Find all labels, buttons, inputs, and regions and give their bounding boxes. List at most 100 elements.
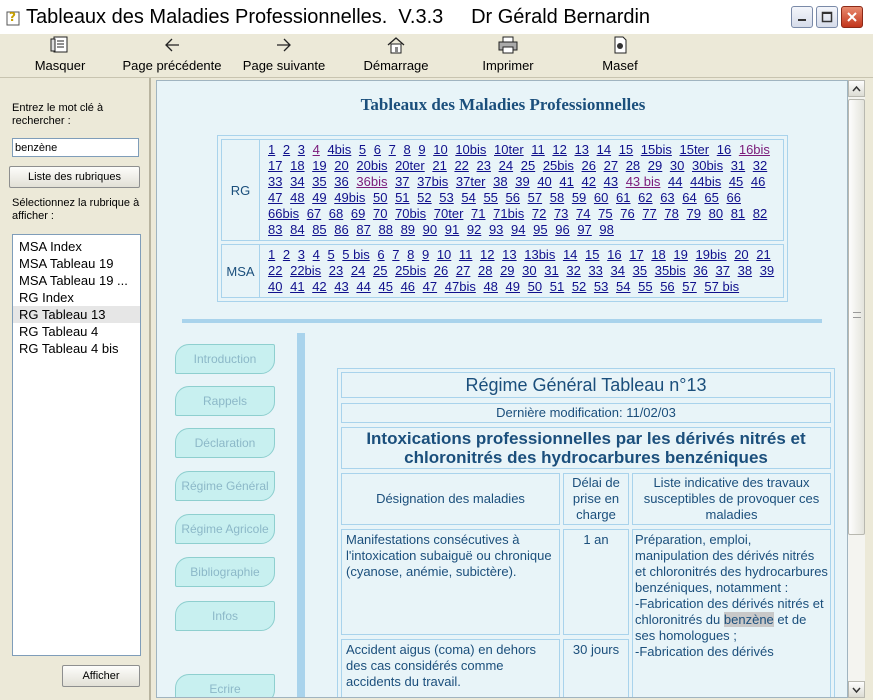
table-link[interactable]: 16	[607, 247, 621, 262]
list-topics-button[interactable]: Liste des rubriques	[9, 166, 140, 188]
masef-button[interactable]: Masef	[592, 36, 648, 76]
table-link[interactable]: 3	[298, 247, 305, 262]
table-link[interactable]: 63	[660, 190, 674, 205]
table-link[interactable]: 31	[731, 158, 745, 173]
table-link[interactable]: 92	[467, 222, 481, 237]
table-link[interactable]: 70bis	[395, 206, 426, 221]
list-item[interactable]: MSA Tableau 19	[13, 255, 140, 272]
table-link[interactable]: 66	[726, 190, 740, 205]
scroll-thumb[interactable]	[848, 99, 865, 535]
table-link[interactable]: 34	[611, 263, 625, 278]
table-link[interactable]: 32	[566, 263, 580, 278]
table-link[interactable]: 49	[506, 279, 520, 294]
table-link[interactable]: 69	[351, 206, 365, 221]
table-link[interactable]: 37	[716, 263, 730, 278]
table-link[interactable]: 31	[544, 263, 558, 278]
table-link[interactable]: 95	[533, 222, 547, 237]
close-button[interactable]	[841, 6, 863, 28]
table-link[interactable]: 57	[528, 190, 542, 205]
table-link[interactable]: 98	[599, 222, 613, 237]
table-link[interactable]: 61	[616, 190, 630, 205]
table-link[interactable]: 80	[709, 206, 723, 221]
table-link[interactable]: 16	[717, 142, 731, 157]
table-link[interactable]: 11	[459, 247, 473, 262]
table-link[interactable]: 24	[499, 158, 513, 173]
table-link[interactable]: 46	[751, 174, 765, 189]
next-page-button[interactable]: Page suivante	[238, 36, 330, 76]
table-link[interactable]: 30bis	[692, 158, 723, 173]
table-link[interactable]: 27	[604, 158, 618, 173]
table-link[interactable]: 12	[552, 142, 566, 157]
table-link[interactable]: 23	[329, 263, 343, 278]
table-link[interactable]: 39	[760, 263, 774, 278]
table-link[interactable]: 43	[604, 174, 618, 189]
list-item[interactable]: MSA Index	[13, 238, 140, 255]
table-link[interactable]: 42	[582, 174, 596, 189]
table-link[interactable]: 1	[268, 247, 275, 262]
nav-button-write[interactable]: Ecrire	[175, 674, 275, 697]
table-link[interactable]: 27	[456, 263, 470, 278]
table-link[interactable]: 25bis	[395, 263, 426, 278]
table-link[interactable]: 26	[434, 263, 448, 278]
table-link[interactable]: 16bis	[739, 142, 770, 157]
vertical-scrollbar[interactable]	[848, 80, 865, 698]
table-link[interactable]: 30	[522, 263, 536, 278]
table-link[interactable]: 54	[461, 190, 475, 205]
table-link[interactable]: 22	[454, 158, 468, 173]
table-link[interactable]: 70	[373, 206, 387, 221]
table-link[interactable]: 57	[682, 279, 696, 294]
table-link[interactable]: 8	[404, 142, 411, 157]
table-link[interactable]: 94	[511, 222, 525, 237]
table-link[interactable]: 28	[626, 158, 640, 173]
table-link[interactable]: 22bis	[290, 263, 321, 278]
table-link[interactable]: 37	[395, 174, 409, 189]
table-link[interactable]: 10	[433, 142, 447, 157]
table-link[interactable]: 48	[483, 279, 497, 294]
table-link[interactable]: 13	[575, 142, 589, 157]
show-button[interactable]: Afficher	[62, 665, 140, 687]
table-link[interactable]: 85	[312, 222, 326, 237]
table-link[interactable]: 70ter	[434, 206, 464, 221]
table-link[interactable]: 82	[753, 206, 767, 221]
nav-button-declaration[interactable]: Déclaration	[175, 428, 275, 458]
table-link[interactable]: 29	[500, 263, 514, 278]
table-link[interactable]: 2	[283, 142, 290, 157]
table-link[interactable]: 25	[521, 158, 535, 173]
hide-button[interactable]: Masquer	[30, 36, 90, 76]
nav-button-bibliography[interactable]: Bibliographie	[175, 557, 275, 587]
table-link[interactable]: 5	[327, 247, 334, 262]
table-link[interactable]: 5	[359, 142, 366, 157]
table-link[interactable]: 58	[550, 190, 564, 205]
table-link[interactable]: 24	[351, 263, 365, 278]
table-link[interactable]: 66bis	[268, 206, 299, 221]
table-link[interactable]: 15	[619, 142, 633, 157]
list-item[interactable]: RG Tableau 4	[13, 323, 140, 340]
list-item[interactable]: RG Index	[13, 289, 140, 306]
table-link[interactable]: 39	[515, 174, 529, 189]
table-link[interactable]: 38	[493, 174, 507, 189]
table-link[interactable]: 67	[307, 206, 321, 221]
nav-button-agricultural-regime[interactable]: Régime Agricole	[175, 514, 275, 544]
table-link[interactable]: 5 bis	[342, 247, 369, 262]
table-link[interactable]: 56	[660, 279, 674, 294]
table-link[interactable]: 93	[489, 222, 503, 237]
table-link[interactable]: 46	[401, 279, 415, 294]
table-link[interactable]: 36bis	[356, 174, 387, 189]
table-link[interactable]: 26	[582, 158, 596, 173]
table-link[interactable]: 19bis	[696, 247, 727, 262]
table-link[interactable]: 88	[378, 222, 392, 237]
table-link[interactable]: 25	[373, 263, 387, 278]
table-link[interactable]: 6	[374, 142, 381, 157]
table-link[interactable]: 53	[594, 279, 608, 294]
table-link[interactable]: 8	[407, 247, 414, 262]
table-link[interactable]: 37bis	[417, 174, 448, 189]
table-link[interactable]: 10ter	[494, 142, 524, 157]
table-link[interactable]: 40	[268, 279, 282, 294]
table-link[interactable]: 52	[417, 190, 431, 205]
table-link[interactable]: 83	[268, 222, 282, 237]
table-link[interactable]: 28	[478, 263, 492, 278]
table-link[interactable]: 77	[642, 206, 656, 221]
table-link[interactable]: 50	[373, 190, 387, 205]
table-link[interactable]: 55	[483, 190, 497, 205]
table-link[interactable]: 18	[290, 158, 304, 173]
